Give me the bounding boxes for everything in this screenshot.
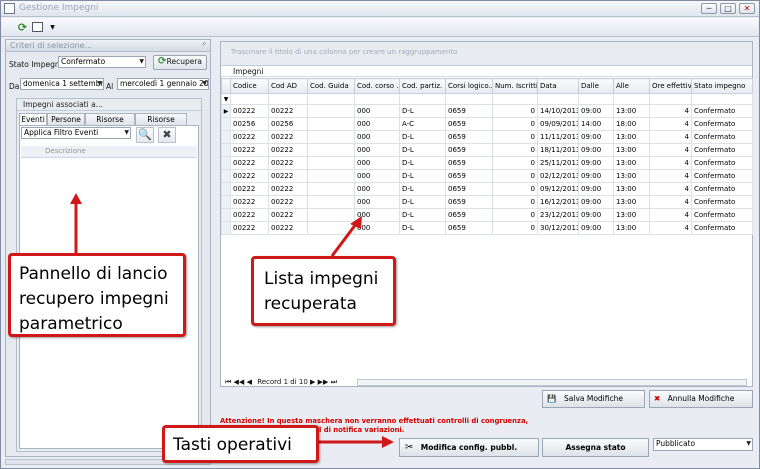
callout-list: Lista impegni recuperata <box>251 256 396 326</box>
arrow-list-line <box>330 223 358 257</box>
arrow-list-head <box>350 216 362 229</box>
callout-buttons: Tasti operativi <box>162 425 319 463</box>
callout-launch-panel: Pannello di lancio recupero impegni para… <box>8 253 186 337</box>
annotation-arrows <box>70 193 394 448</box>
arrow-launch-head <box>70 193 82 204</box>
arrow-buttons-head <box>382 436 394 448</box>
